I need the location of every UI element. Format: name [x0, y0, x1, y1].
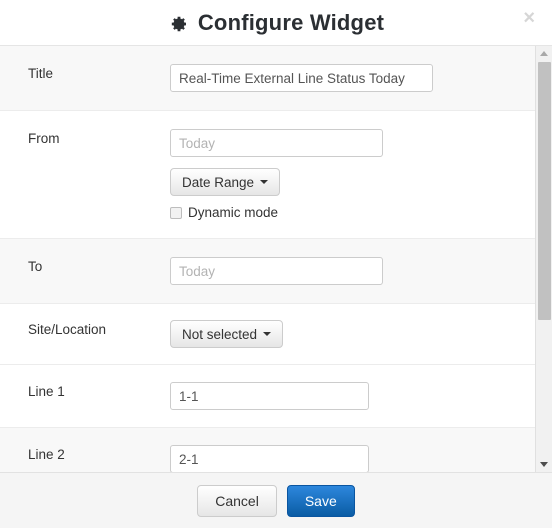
label-site-location: Site/Location [28, 322, 107, 337]
form-row-line-2: Line 2 [0, 427, 535, 472]
field-line-2 [170, 428, 535, 472]
site-location-dropdown[interactable]: Not selected [170, 320, 284, 348]
form-row-from: From Date Range Dynamic mode [0, 110, 535, 239]
from-date-input[interactable] [170, 129, 383, 157]
modal-footer: Cancel Save [0, 473, 552, 528]
label-from: From [28, 131, 60, 146]
label-to: To [28, 259, 43, 274]
form-row-title: Title [0, 46, 535, 111]
form-row-line-1: Line 1 [0, 364, 535, 428]
field-from: Date Range Dynamic mode [170, 111, 535, 239]
chevron-down-icon [263, 332, 272, 336]
page-title: Configure Widget [168, 9, 385, 35]
modal-body: Title From Date Range [0, 46, 552, 473]
page-title-text: Configure Widget [197, 9, 385, 35]
dynamic-mode-checkbox-row[interactable]: Dynamic mode [170, 205, 278, 220]
field-to [170, 239, 535, 304]
to-date-input[interactable] [170, 257, 383, 285]
gear-icon [168, 14, 188, 34]
field-line-1 [170, 365, 535, 428]
field-title [170, 46, 535, 111]
cancel-button[interactable]: Cancel [197, 484, 277, 517]
scroll-down-arrow-icon[interactable] [536, 457, 552, 472]
field-site-location: Not selected [170, 304, 535, 365]
dynamic-mode-label: Dynamic mode [188, 205, 279, 220]
modal-header: Configure Widget × [0, 0, 552, 46]
dynamic-mode-checkbox[interactable] [170, 206, 182, 219]
form-row-site-location: Site/Location Not selected [0, 303, 535, 365]
date-range-label: Date Range [182, 174, 255, 190]
form-row-to: To [0, 238, 535, 304]
site-location-value: Not selected [182, 326, 258, 342]
title-input[interactable] [170, 64, 433, 92]
label-line-2: Line 2 [28, 447, 65, 462]
chevron-down-icon [260, 180, 269, 184]
label-line-1: Line 1 [28, 384, 65, 399]
modal-scrollbar[interactable] [535, 46, 552, 472]
configuration-form: Title From Date Range [0, 46, 535, 472]
scroll-up-arrow-icon[interactable] [536, 46, 552, 61]
configure-widget-modal: Configure Widget × Title From [0, 0, 552, 528]
save-button[interactable]: Save [286, 484, 355, 517]
scrollbar-thumb[interactable] [538, 62, 551, 320]
label-title: Title [28, 66, 54, 81]
line-2-input[interactable] [170, 445, 369, 472]
close-icon[interactable]: × [519, 6, 539, 30]
date-range-dropdown[interactable]: Date Range [170, 168, 281, 196]
line-1-input[interactable] [170, 382, 369, 410]
